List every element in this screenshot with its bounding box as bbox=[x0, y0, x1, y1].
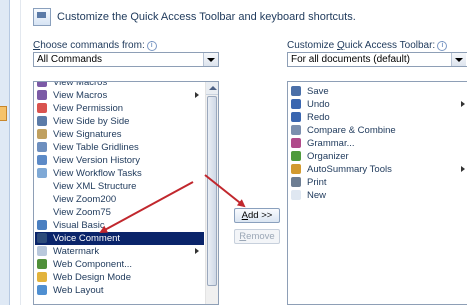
arrow-to-add-button bbox=[204, 174, 246, 208]
arrow-to-voice-comment bbox=[99, 181, 194, 233]
annotation-arrows bbox=[99, 174, 246, 233]
